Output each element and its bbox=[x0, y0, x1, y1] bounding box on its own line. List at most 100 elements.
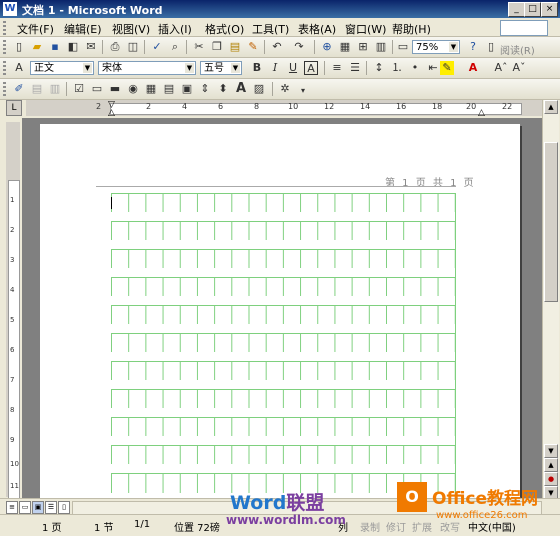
new-doc-icon[interactable]: ▯ bbox=[12, 40, 26, 54]
status-ext[interactable]: 扩展 bbox=[412, 519, 432, 534]
menu-insert[interactable]: 插入(I) bbox=[158, 21, 192, 37]
web-view-button[interactable]: ▭ bbox=[19, 501, 31, 514]
italic-button[interactable]: I bbox=[268, 61, 282, 75]
chevron-down-icon[interactable]: ▼ bbox=[449, 42, 458, 52]
underline-button[interactable]: U bbox=[286, 61, 300, 75]
bullets-icon[interactable]: • bbox=[408, 61, 422, 75]
status-ovr[interactable]: 改写 bbox=[440, 519, 460, 534]
normal-view-button[interactable]: ≡ bbox=[6, 501, 18, 514]
toolbar-grip[interactable] bbox=[3, 82, 6, 96]
status-rev[interactable]: 修订 bbox=[386, 519, 406, 534]
menu-format[interactable]: 格式(O) bbox=[205, 21, 244, 37]
spelling-icon[interactable]: ✓ bbox=[150, 40, 164, 54]
menu-tools[interactable]: 工具(T) bbox=[252, 21, 289, 37]
print-icon[interactable]: ⎙ bbox=[108, 40, 122, 54]
textbox-control-icon[interactable]: ▭ bbox=[90, 82, 104, 96]
copy-icon[interactable]: ❐ bbox=[210, 40, 224, 54]
outline-view-button[interactable]: ☰ bbox=[45, 501, 57, 514]
help-question-input[interactable] bbox=[500, 20, 548, 36]
format-painter-icon[interactable]: ✎ bbox=[246, 40, 260, 54]
chevron-down-icon[interactable]: ▼ bbox=[231, 63, 240, 73]
numbering-icon[interactable]: ⒈ bbox=[390, 61, 404, 75]
chevron-down-icon[interactable]: ▼ bbox=[83, 63, 92, 73]
line-spacing-icon[interactable]: ↕ bbox=[372, 61, 386, 75]
save-icon[interactable]: ▪ bbox=[48, 40, 62, 54]
paste-icon[interactable]: ▤ bbox=[228, 40, 242, 54]
font-color-icon[interactable]: A bbox=[466, 61, 480, 75]
hanging-indent-marker[interactable]: △ bbox=[108, 108, 115, 118]
read-mode-label[interactable]: 阅读(R) bbox=[500, 42, 535, 57]
char-border-icon[interactable]: A bbox=[304, 61, 318, 75]
browse-object-button[interactable]: ● bbox=[544, 472, 558, 486]
previous-page-button[interactable]: ▲ bbox=[544, 458, 558, 472]
scroll-up-button[interactable]: ▲ bbox=[544, 100, 558, 114]
scrollbar-control-icon[interactable]: ⬍ bbox=[216, 82, 230, 96]
listbox-control-icon[interactable]: ▦ bbox=[144, 82, 158, 96]
design-mode-icon[interactable]: ✐ bbox=[12, 82, 26, 96]
label-control-icon[interactable]: A bbox=[234, 82, 248, 96]
horizontal-ruler[interactable]: 2 2 4 6 8 10 12 14 16 18 20 22 ▽ △ △ bbox=[26, 100, 544, 118]
distribute-icon[interactable]: ☰ bbox=[348, 61, 362, 75]
email-icon[interactable]: ✉ bbox=[84, 40, 98, 54]
tables-borders-icon[interactable]: ▦ bbox=[338, 40, 352, 54]
permission-icon[interactable]: ◧ bbox=[66, 40, 80, 54]
image-control-icon[interactable]: ▨ bbox=[252, 82, 266, 96]
right-indent-marker[interactable]: △ bbox=[478, 108, 485, 118]
menu-file[interactable]: 文件(F) bbox=[17, 21, 54, 37]
toolbar-grip[interactable] bbox=[3, 40, 6, 54]
insert-table-icon[interactable]: ⊞ bbox=[356, 40, 370, 54]
research-icon[interactable]: ⌕ bbox=[168, 40, 182, 54]
view-code-icon[interactable]: ▥ bbox=[48, 82, 62, 96]
vertical-ruler[interactable]: 1 2 3 4 5 6 7 8 9 10 11 bbox=[6, 122, 20, 499]
status-rec[interactable]: 录制 bbox=[360, 519, 380, 534]
decrease-indent-icon[interactable]: ⇤ bbox=[426, 61, 440, 75]
word-app-icon[interactable]: W bbox=[3, 2, 17, 16]
checkbox-control-icon[interactable]: ☑ bbox=[72, 82, 86, 96]
help-icon[interactable]: ? bbox=[466, 40, 480, 54]
chevron-down-icon[interactable]: ▼ bbox=[185, 63, 194, 73]
grow-font-icon[interactable]: Aˆ bbox=[494, 61, 508, 75]
style-combo[interactable]: 正文 ▼ bbox=[30, 61, 94, 75]
manuscript-grid[interactable] bbox=[111, 193, 456, 493]
zoom-combo[interactable]: 75% ▼ bbox=[412, 40, 460, 54]
cut-icon[interactable]: ✂ bbox=[192, 40, 206, 54]
menu-table[interactable]: 表格(A) bbox=[298, 21, 336, 37]
document-page[interactable]: 第 1 页 共 1 页 bbox=[40, 124, 520, 498]
menu-grip[interactable] bbox=[3, 21, 6, 35]
read-mode-icon[interactable]: ▯ bbox=[484, 40, 498, 54]
bold-button[interactable]: B bbox=[250, 61, 264, 75]
redo-icon[interactable]: ↷ bbox=[292, 40, 306, 54]
font-size-combo[interactable]: 五号 ▼ bbox=[200, 61, 242, 75]
menu-view[interactable]: 视图(V) bbox=[112, 21, 150, 37]
hyperlink-icon[interactable]: ⊕ bbox=[320, 40, 334, 54]
menu-window[interactable]: 窗口(W) bbox=[345, 21, 386, 37]
maximize-button[interactable]: □ bbox=[524, 2, 541, 17]
document-area[interactable]: 第 1 页 共 1 页 bbox=[22, 118, 542, 498]
minimize-button[interactable]: _ bbox=[508, 2, 525, 17]
columns-icon[interactable]: ▥ bbox=[374, 40, 388, 54]
close-button[interactable]: × bbox=[541, 2, 558, 17]
tab-selector[interactable]: L bbox=[6, 100, 22, 116]
vertical-scrollbar[interactable]: ▲ ▼ ▲ ● ▼ bbox=[542, 100, 559, 500]
undo-icon[interactable]: ↶ bbox=[270, 40, 284, 54]
menu-help[interactable]: 帮助(H) bbox=[392, 21, 431, 37]
open-folder-icon[interactable]: ▰ bbox=[30, 40, 44, 54]
align-justify-icon[interactable]: ≡ bbox=[330, 61, 344, 75]
combobox-control-icon[interactable]: ▤ bbox=[162, 82, 176, 96]
scroll-thumb[interactable] bbox=[544, 142, 558, 302]
print-preview-icon[interactable]: ◫ bbox=[126, 40, 140, 54]
reading-view-button[interactable]: ▯ bbox=[58, 501, 70, 514]
document-map-icon[interactable]: ▭ bbox=[396, 40, 410, 54]
shrink-font-icon[interactable]: Aˇ bbox=[512, 61, 526, 75]
option-control-icon[interactable]: ◉ bbox=[126, 82, 140, 96]
font-combo[interactable]: 宋体 ▼ bbox=[98, 61, 196, 75]
print-view-button[interactable]: ▣ bbox=[32, 501, 44, 514]
properties-icon[interactable]: ▤ bbox=[30, 82, 44, 96]
toolbar-options-icon[interactable]: ▾ bbox=[296, 84, 310, 98]
button-control-icon[interactable]: ▬ bbox=[108, 82, 122, 96]
more-controls-icon[interactable]: ✲ bbox=[278, 82, 292, 96]
toolbar-grip[interactable] bbox=[3, 61, 6, 75]
spin-control-icon[interactable]: ⇕ bbox=[198, 82, 212, 96]
highlight-icon[interactable]: ✎ bbox=[440, 61, 454, 75]
scroll-down-button[interactable]: ▼ bbox=[544, 444, 558, 458]
